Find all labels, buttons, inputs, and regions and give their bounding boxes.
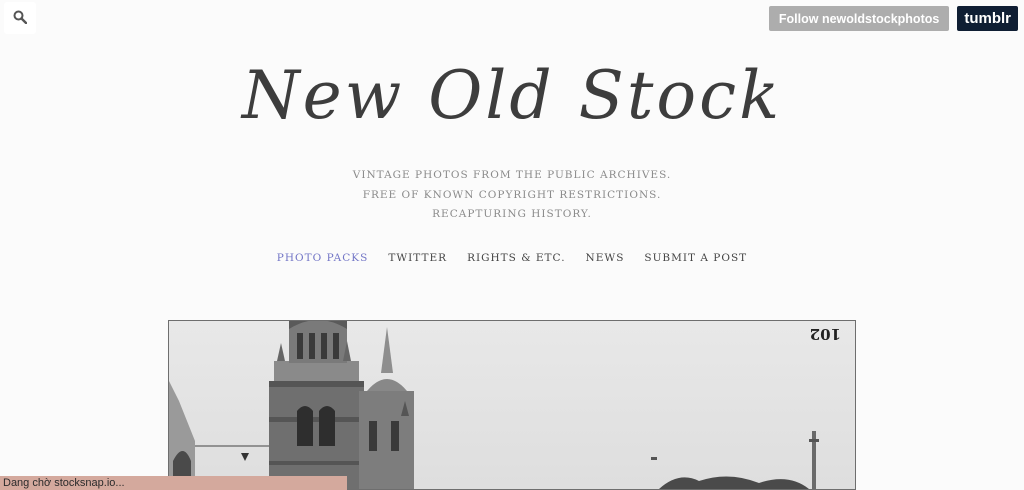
site-tagline: VINTAGE PHOTOS FROM THE PUBLIC ARCHIVES.… [0, 166, 1024, 225]
tagline-line: RECAPTURING HISTORY. [432, 208, 592, 220]
nav-submit-post[interactable]: SUBMIT A POST [644, 252, 747, 264]
tumblr-logo-button[interactable]: tumblr [957, 6, 1018, 31]
plate-number: 102 [810, 325, 841, 343]
tagline-line: VINTAGE PHOTOS FROM THE PUBLIC ARCHIVES. [352, 169, 672, 181]
follow-button[interactable]: Follow newoldstockphotos [768, 6, 950, 31]
main-nav: PHOTO PACKS TWITTER RIGHTS & ETC. NEWS S… [0, 252, 1024, 264]
nav-rights[interactable]: RIGHTS & ETC. [467, 252, 565, 264]
loading-status-toast: Dang chờ stocksnap.io... [0, 476, 347, 490]
photo-illustration: 102 [169, 321, 841, 489]
nav-news[interactable]: NEWS [586, 252, 625, 264]
tagline-line: FREE OF KNOWN COPYRIGHT RESTRICTIONS. [362, 188, 662, 201]
search-button[interactable] [4, 2, 36, 34]
nav-photo-packs[interactable]: PHOTO PACKS [277, 252, 369, 264]
search-icon [13, 9, 28, 28]
top-actions: Follow newoldstockphotos tumblr [768, 6, 1018, 31]
nav-twitter[interactable]: TWITTER [388, 252, 447, 264]
post-photo[interactable]: 102 [168, 320, 856, 490]
site-title[interactable]: New Old Stock [0, 56, 1024, 135]
